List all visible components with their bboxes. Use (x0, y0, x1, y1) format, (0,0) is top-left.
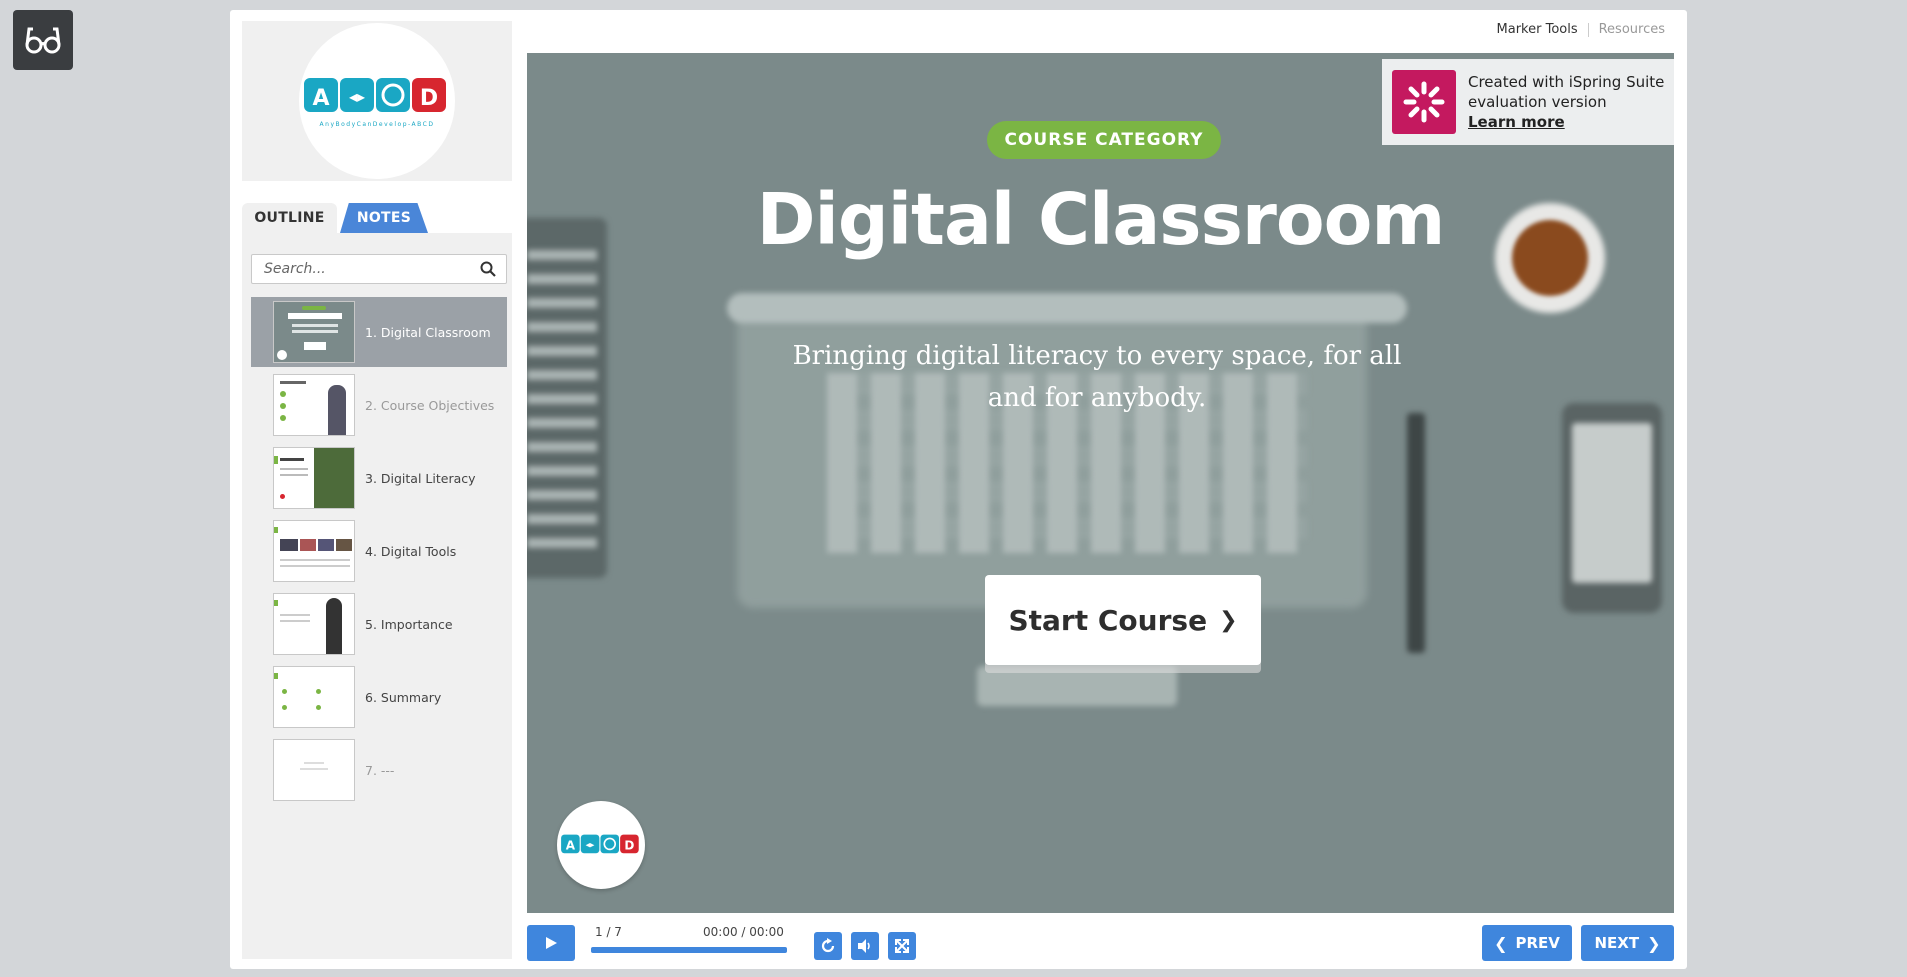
playback-controls: 1 / 7 00:00 / 00:00 ❮ PREV NEXT ❯ (527, 925, 1674, 963)
slide-item-2[interactable]: 2. Course Objectives (251, 370, 507, 440)
slide-logo: A ◂▸ D (557, 801, 645, 889)
replay-button[interactable] (814, 932, 842, 960)
slide-label: 7. --- (365, 762, 395, 778)
slide-stage: COURSE CATEGORY Digital Classroom Bringi… (527, 53, 1674, 913)
slide-label: 1. Digital Classroom (365, 324, 491, 340)
tab-outline[interactable]: OUTLINE (242, 203, 337, 233)
marker-tools-link[interactable]: Marker Tools (1497, 22, 1578, 37)
slide-thumbnail (273, 301, 355, 363)
outline-panel: 1. Digital Classroom 2. Course Objective… (242, 233, 512, 959)
course-category-badge: COURSE CATEGORY (987, 121, 1221, 159)
glasses-icon (25, 27, 61, 54)
tab-notes[interactable]: NOTES (340, 203, 428, 233)
slide-item-3[interactable]: 3. Digital Literacy (251, 443, 507, 513)
next-button[interactable]: NEXT ❯ (1581, 925, 1674, 961)
slide-thumbnail (273, 374, 355, 436)
slide-item-1[interactable]: 1. Digital Classroom (251, 297, 507, 367)
time-display: 00:00 / 00:00 (703, 925, 784, 939)
ispring-evaluation-banner: Created with iSpring Suite evaluation ve… (1382, 59, 1674, 145)
slide-thumbnail (273, 666, 355, 728)
search-icon[interactable] (480, 261, 496, 277)
svg-text:A: A (312, 86, 329, 111)
slide-thumbnail (273, 593, 355, 655)
replay-icon (821, 938, 835, 953)
play-icon (546, 937, 557, 949)
svg-text:A: A (566, 838, 576, 852)
slide-counter: 1 / 7 (595, 925, 622, 939)
svg-text:D: D (624, 838, 634, 852)
ispring-logo-icon (1392, 70, 1456, 134)
chevron-right-icon: ❯ (1647, 933, 1661, 953)
search-input[interactable] (252, 255, 472, 283)
slide-title: Digital Classroom (756, 178, 1446, 261)
svg-text:◂▸: ◂▸ (349, 87, 365, 106)
fullscreen-button[interactable] (888, 932, 916, 960)
slide-item-7[interactable]: 7. --- (251, 735, 507, 805)
learn-more-link[interactable]: Learn more (1468, 112, 1664, 132)
pencil-shape (1407, 413, 1425, 653)
slide-thumbnail (273, 739, 355, 801)
slide-item-5[interactable]: 5. Importance (251, 589, 507, 659)
abcd-logo-icon: A ◂▸ D (561, 834, 639, 854)
divider (1587, 22, 1589, 37)
prev-button[interactable]: ❮ PREV (1482, 925, 1572, 961)
slide-thumbnail (273, 447, 355, 509)
slide-label: 6. Summary (365, 689, 442, 705)
slide-label: 5. Importance (365, 616, 453, 632)
volume-button[interactable] (851, 932, 879, 960)
course-logo: A ◂▸ D AnyBodyCanDevelop-ABCD (299, 23, 455, 179)
slide-label: 2. Course Objectives (365, 397, 495, 413)
slide-subtitle: Bringing digital literacy to every space… (792, 341, 1402, 413)
start-course-label: Start Course (1008, 603, 1208, 637)
reader-mode-button[interactable] (13, 10, 73, 70)
progress-bar[interactable] (591, 947, 787, 953)
next-label: NEXT (1594, 934, 1640, 952)
slide-label: 3. Digital Literacy (365, 470, 476, 486)
volume-icon (858, 939, 870, 953)
start-course-button[interactable]: Start Course ❯ (985, 575, 1261, 665)
resources-link[interactable]: Resources (1599, 22, 1665, 37)
logo-caption: AnyBodyCanDevelop-ABCD (319, 121, 435, 128)
ispring-text-line1: Created with iSpring Suite (1468, 73, 1665, 91)
abcd-logo-icon: A ◂▸ D (304, 78, 446, 112)
trackpad-shape (977, 666, 1177, 706)
svg-text:D: D (420, 86, 438, 111)
prev-label: PREV (1515, 934, 1560, 952)
search-box (251, 254, 507, 284)
phone-screen (1572, 423, 1652, 583)
paper-lines (527, 248, 597, 548)
top-links: Marker Tools Resources (1497, 22, 1665, 37)
ispring-text-line2: evaluation version (1468, 93, 1607, 111)
slide-item-6[interactable]: 6. Summary (251, 662, 507, 732)
sidebar: A ◂▸ D AnyBodyCanDevelop-ABCD OUTLINE NO… (242, 21, 512, 959)
pen-shape (727, 293, 1407, 323)
slide-thumbnail (273, 520, 355, 582)
slide-item-4[interactable]: 4. Digital Tools (251, 516, 507, 586)
chevron-right-icon: ❯ (1219, 607, 1238, 633)
svg-text:◂▸: ◂▸ (586, 841, 595, 851)
chevron-left-icon: ❮ (1494, 933, 1508, 953)
course-player: A ◂▸ D AnyBodyCanDevelop-ABCD OUTLINE NO… (230, 10, 1687, 969)
play-button[interactable] (527, 925, 575, 961)
sidebar-logo-box: A ◂▸ D AnyBodyCanDevelop-ABCD (242, 21, 512, 181)
sidebar-tabs: OUTLINE NOTES (242, 203, 512, 233)
fullscreen-icon (895, 939, 909, 953)
slide-label: 4. Digital Tools (365, 543, 457, 559)
